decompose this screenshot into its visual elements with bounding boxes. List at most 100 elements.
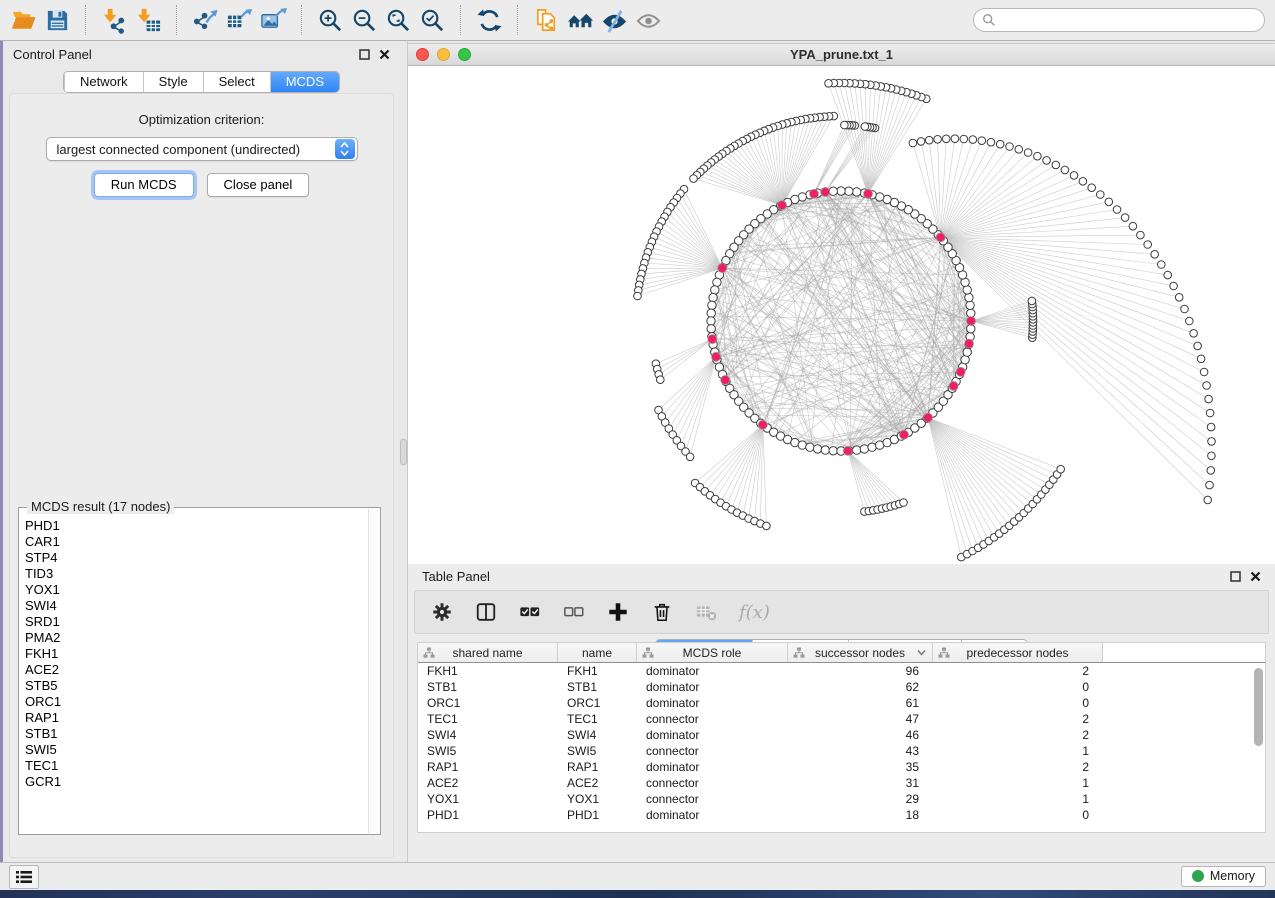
mcds-result-node[interactable]: STP4 — [25, 550, 368, 566]
hide-selected-icon[interactable] — [597, 3, 631, 37]
mcds-result-node[interactable]: CAR1 — [25, 534, 368, 550]
task-history-button[interactable] — [9, 865, 39, 889]
import-table-icon[interactable] — [131, 3, 165, 37]
column-header-successor-nodes[interactable]: successor nodes — [788, 643, 933, 662]
result-list-scrollbar[interactable] — [368, 509, 379, 833]
table-scrollbar[interactable] — [1252, 664, 1264, 831]
table-row[interactable]: ACE2 ACE2 connector 31 1 — [418, 775, 1265, 791]
mcds-result-node[interactable]: TID3 — [25, 566, 368, 582]
control-panel-tab[interactable]: Network — [64, 72, 143, 92]
mcds-result-node[interactable]: TEC1 — [25, 758, 368, 774]
table-row[interactable]: SWI5 SWI5 connector 43 1 — [418, 743, 1265, 759]
column-header-predecessor-nodes[interactable]: predecessor nodes — [933, 643, 1103, 662]
panel-splitter[interactable] — [400, 41, 407, 862]
close-panel-icon[interactable] — [379, 49, 390, 60]
close-panel-button[interactable]: Close panel — [207, 173, 310, 197]
control-panel-title: Control Panel — [13, 47, 92, 62]
memory-button[interactable]: Memory — [1181, 866, 1266, 887]
task-list-icon — [16, 870, 32, 884]
table-row[interactable]: TEC1 TEC1 connector 47 2 — [418, 711, 1265, 727]
network-view-window: YPA_prune.txt_1 — [408, 43, 1275, 564]
column-header-shared-name[interactable]: shared name — [418, 643, 558, 662]
status-bar: Memory — [0, 862, 1275, 890]
mcds-result-node[interactable]: STB1 — [25, 726, 368, 742]
criterion-dropdown[interactable]: largest connected component (undirected) — [46, 137, 358, 161]
zoom-selected-icon[interactable] — [415, 3, 449, 37]
export-table-icon[interactable] — [222, 3, 256, 37]
column-header-name[interactable]: name — [558, 643, 637, 662]
toolbar-separator — [301, 5, 302, 35]
column-header-mcds-role[interactable]: MCDS role — [637, 643, 788, 662]
table-settings-gear-icon[interactable] — [431, 601, 453, 623]
close-panel-icon[interactable] — [1250, 571, 1261, 582]
table-row[interactable]: ORC1 ORC1 dominator 61 0 — [418, 695, 1265, 711]
node-attr-icon — [793, 647, 805, 659]
zoom-fit-icon[interactable] — [381, 3, 415, 37]
mcds-result-node[interactable]: RAP1 — [25, 710, 368, 726]
mcds-result-node[interactable]: SWI4 — [25, 598, 368, 614]
table-row[interactable]: SWI4 SWI4 dominator 46 2 — [418, 727, 1265, 743]
control-panel-tabbar: NetworkStyleSelectMCDS — [63, 71, 340, 93]
search-input[interactable] — [1002, 13, 1256, 27]
run-mcds-button[interactable]: Run MCDS — [94, 173, 194, 197]
control-panel-tab[interactable]: Select — [203, 72, 270, 92]
first-neighbors-icon[interactable] — [563, 3, 597, 37]
mcds-result-node[interactable]: FKH1 — [25, 646, 368, 662]
network-window-titlebar[interactable]: YPA_prune.txt_1 — [408, 44, 1275, 66]
table-scrollbar-thumb[interactable] — [1254, 668, 1263, 746]
node-attr-icon — [642, 647, 654, 659]
control-panel-tab[interactable]: MCDS — [270, 72, 339, 92]
search-box[interactable] — [973, 8, 1265, 32]
main-toolbar — [0, 0, 1275, 41]
refresh-icon[interactable] — [472, 3, 506, 37]
float-panel-icon[interactable] — [1230, 571, 1241, 582]
delete-table-icon — [695, 601, 717, 623]
mcds-result-node[interactable]: SWI5 — [25, 742, 368, 758]
add-column-icon[interactable] — [607, 601, 629, 623]
table-row[interactable]: PHD1 PHD1 dominator 18 0 — [418, 807, 1265, 823]
toolbar-separator — [517, 5, 518, 35]
table-row[interactable]: RAP1 RAP1 dominator 35 2 — [418, 759, 1265, 775]
show-columns-icon[interactable] — [475, 601, 497, 623]
duplicate-network-icon[interactable] — [529, 3, 563, 37]
mcds-result-node[interactable]: STB5 — [25, 678, 368, 694]
search-icon — [982, 13, 996, 27]
control-panel-tab[interactable]: Style — [143, 72, 203, 92]
open-session-icon[interactable] — [6, 3, 40, 37]
sort-descending-icon — [917, 649, 926, 656]
delete-column-icon[interactable] — [651, 601, 673, 623]
mcds-result-node[interactable]: ORC1 — [25, 694, 368, 710]
export-network-icon[interactable] — [188, 3, 222, 37]
network-graph[interactable] — [408, 66, 1275, 564]
zoom-in-icon[interactable] — [313, 3, 347, 37]
deselect-all-checkboxes-icon[interactable] — [563, 601, 585, 623]
select-all-checkboxes-icon[interactable] — [519, 601, 541, 623]
import-network-icon[interactable] — [97, 3, 131, 37]
memory-status-icon — [1192, 870, 1204, 882]
table-body: FKH1 FKH1 dominator 96 2 STB1 STB1 domin… — [418, 663, 1265, 823]
zoom-out-icon[interactable] — [347, 3, 381, 37]
show-all-icon[interactable] — [631, 3, 665, 37]
mcds-result-node[interactable]: PHD1 — [25, 518, 368, 534]
save-session-icon[interactable] — [40, 3, 74, 37]
mcds-result-node[interactable]: YOX1 — [25, 582, 368, 598]
table-row[interactable]: YOX1 YOX1 connector 29 1 — [418, 791, 1265, 807]
mcds-result-node[interactable]: GCR1 — [25, 774, 368, 790]
mcds-result-list[interactable]: PHD1CAR1STP4TID3YOX1SWI4SRD1PMA2FKH1ACE2… — [25, 518, 368, 832]
splitter-grip[interactable] — [400, 439, 407, 465]
table-row[interactable]: STB1 STB1 dominator 62 0 — [418, 679, 1265, 695]
control-panel: Control Panel NetworkStyleSelectMCDS Opt… — [3, 41, 400, 862]
main-area: Control Panel NetworkStyleSelectMCDS Opt… — [0, 41, 1275, 862]
node-table: shared name name MCDS role successor nod… — [417, 642, 1266, 833]
mcds-result-node[interactable]: SRD1 — [25, 614, 368, 630]
float-panel-icon[interactable] — [359, 49, 370, 60]
toolbar-separator — [85, 5, 86, 35]
network-canvas[interactable] — [408, 66, 1275, 564]
table-toolbar: f(x) — [414, 590, 1269, 634]
table-row[interactable]: FKH1 FKH1 dominator 96 2 — [418, 663, 1265, 679]
mcds-result-node[interactable]: PMA2 — [25, 630, 368, 646]
export-image-icon[interactable] — [256, 3, 290, 37]
network-window-title: YPA_prune.txt_1 — [408, 47, 1275, 62]
mcds-result-node[interactable]: ACE2 — [25, 662, 368, 678]
column-header-filler — [1103, 643, 1265, 662]
